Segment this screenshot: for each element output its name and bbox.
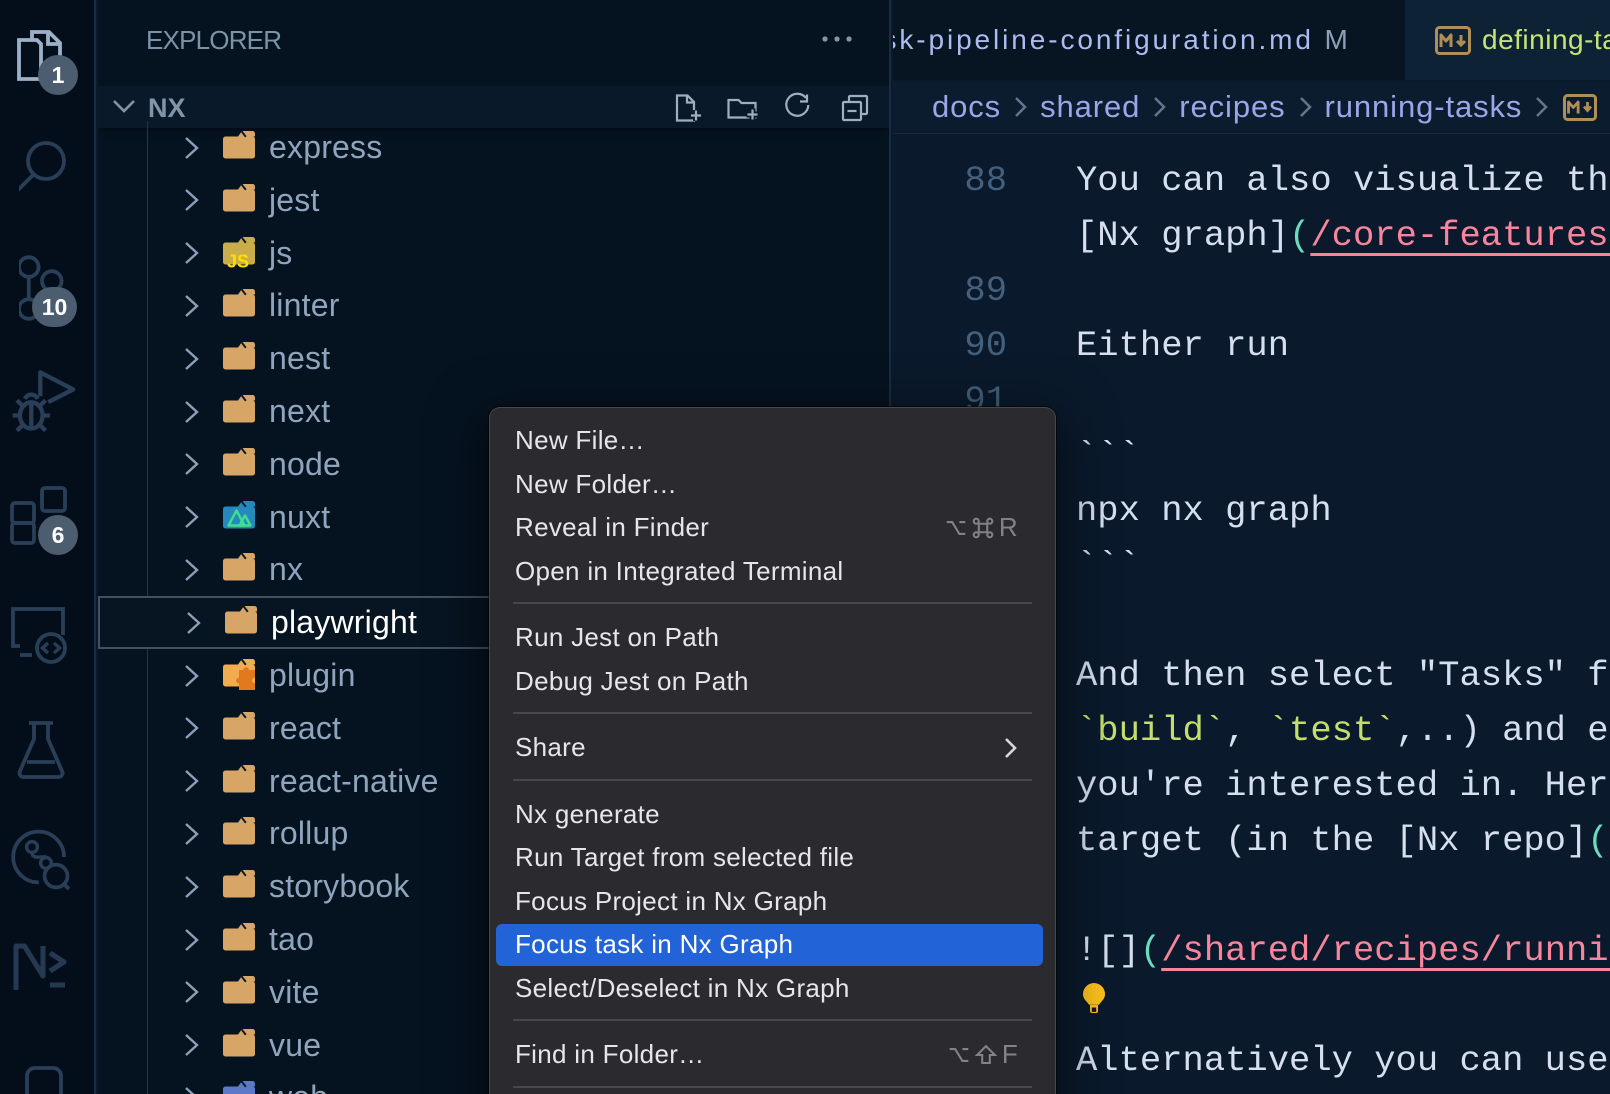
svg-text:JS: JS — [227, 251, 249, 268]
